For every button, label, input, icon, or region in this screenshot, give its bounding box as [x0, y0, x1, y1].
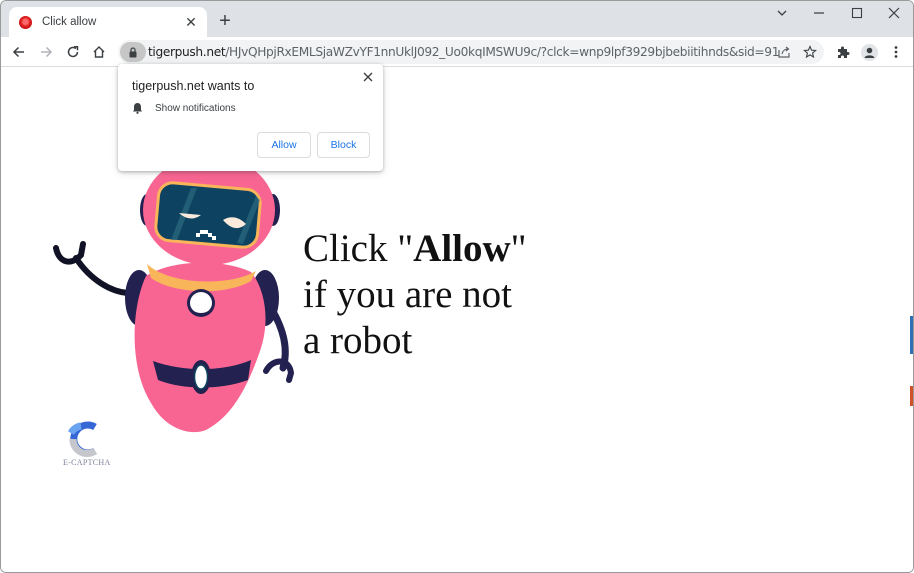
headline-line-1: Click "Allow" — [303, 227, 527, 270]
headline-line-3: a robot — [303, 319, 413, 362]
menu-button[interactable] — [887, 43, 905, 61]
minimize-icon — [814, 12, 824, 14]
favicon-icon — [19, 15, 32, 29]
headline-allow-word: Allow — [413, 227, 511, 270]
allow-button[interactable]: Allow — [257, 132, 311, 158]
tab-strip: Click allow ✕ + — [1, 1, 913, 37]
headline: Click "Allow" if you are not a robot — [303, 226, 527, 364]
notification-permission-prompt: tigerpush.net wants to Show notification… — [118, 64, 383, 171]
bookmark-button[interactable] — [802, 44, 818, 60]
site-info-button[interactable] — [120, 42, 146, 62]
star-icon — [803, 45, 817, 59]
forward-icon — [41, 46, 53, 58]
block-button[interactable]: Block — [317, 132, 370, 158]
url-path: /HJvQHpjRxEMLSjaWZvYF1nnUklJ092_Uo0kqIMS… — [225, 45, 780, 59]
lock-icon — [129, 46, 137, 57]
reload-button[interactable] — [63, 42, 83, 62]
prompt-title: tigerpush.net wants to — [132, 79, 255, 93]
back-icon — [12, 46, 24, 58]
home-button[interactable] — [89, 42, 109, 62]
robot-left-arm — [73, 255, 136, 297]
tab-click-allow[interactable]: Click allow ✕ — [9, 7, 207, 37]
close-window-button[interactable] — [884, 5, 904, 25]
address-bar[interactable]: tigerpush.net/HJvQHpjRxEMLSjaWZvYF1nnUkl… — [118, 40, 824, 64]
close-icon — [363, 72, 373, 82]
browser-toolbar: tigerpush.net/HJvQHpjRxEMLSjaWZvYF1nnUkl… — [1, 37, 913, 67]
robot-left-hand — [53, 241, 86, 265]
profile-icon — [864, 47, 874, 58]
minimize-button[interactable] — [809, 5, 829, 25]
extensions-button[interactable] — [834, 43, 852, 61]
home-icon — [93, 46, 105, 58]
forward-button[interactable] — [36, 42, 56, 62]
edge-marker-blue — [910, 316, 913, 354]
tab-title: Click allow — [42, 16, 97, 28]
robot-illustration — [53, 168, 295, 433]
share-button[interactable] — [776, 44, 792, 60]
maximize-button[interactable] — [847, 5, 867, 25]
maximize-icon — [851, 7, 863, 19]
prompt-close-button[interactable] — [361, 69, 375, 85]
reload-icon — [67, 46, 79, 58]
avatar — [860, 43, 878, 61]
prompt-permission-row: Show notifications — [132, 102, 236, 114]
url-text[interactable]: tigerpush.net/HJvQHpjRxEMLSjaWZvYF1nnUkl… — [148, 45, 779, 59]
bell-icon — [133, 103, 142, 114]
edge-marker-red — [910, 386, 913, 406]
kebab-menu-icon — [894, 46, 898, 58]
share-icon — [778, 46, 790, 58]
robot-right-hand — [263, 358, 295, 383]
permission-label: Show notifications — [155, 102, 236, 114]
new-tab-button[interactable]: + — [215, 11, 235, 31]
profile-button[interactable] — [860, 43, 878, 61]
url-host: tigerpush.net — [148, 45, 226, 59]
headline-line-2: if you are not — [303, 273, 513, 316]
browser-window: Click allow ✕ + tigerpush.net/HJvQHpjRxE… — [0, 0, 914, 573]
tab-search-button[interactable] — [772, 5, 792, 25]
tab-close-icon[interactable]: ✕ — [183, 14, 199, 31]
robot-belt-buckle — [193, 364, 209, 390]
robot-visor — [154, 181, 262, 249]
extensions-icon — [838, 46, 850, 58]
captcha-brand-label: E-CAPTCHA — [63, 458, 111, 467]
chevron-down-icon — [777, 10, 787, 16]
close-icon — [888, 7, 900, 19]
back-button[interactable] — [9, 42, 29, 62]
